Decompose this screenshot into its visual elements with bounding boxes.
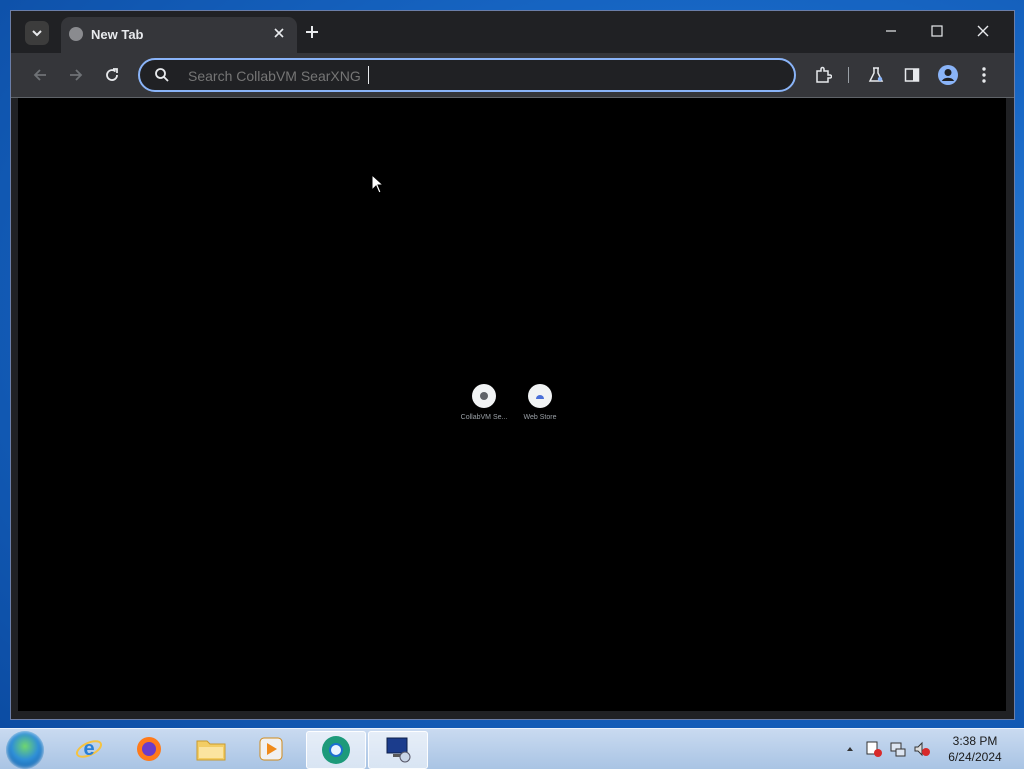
close-window-button[interactable] bbox=[960, 17, 1006, 45]
close-icon bbox=[977, 25, 989, 37]
side-panel-icon bbox=[904, 68, 920, 82]
plus-icon bbox=[306, 26, 318, 38]
taskbar-file-explorer[interactable] bbox=[182, 731, 240, 767]
svg-text:e: e bbox=[83, 738, 94, 760]
address-bar[interactable] bbox=[138, 58, 796, 92]
taskbar-clock[interactable]: 3:38 PM 6/24/2024 bbox=[940, 733, 1010, 765]
folder-icon bbox=[196, 740, 226, 761]
search-icon bbox=[155, 68, 169, 82]
system-tray bbox=[845, 729, 931, 769]
reload-button[interactable] bbox=[99, 62, 125, 88]
shortcut-favicon bbox=[528, 384, 552, 408]
taskbar-media-player[interactable] bbox=[242, 731, 300, 767]
taskbar-internet-explorer[interactable]: e bbox=[60, 731, 118, 767]
new-tab-button[interactable] bbox=[299, 19, 325, 45]
new-tab-page: CollabVM Se... Web Store bbox=[18, 98, 1006, 711]
shortcut-label: Web Store bbox=[523, 414, 557, 421]
tab-title: New Tab bbox=[91, 27, 144, 42]
web-store-icon bbox=[536, 395, 544, 399]
back-button[interactable] bbox=[27, 62, 53, 88]
profile-button[interactable] bbox=[935, 62, 961, 88]
taskbar-remote-desktop[interactable] bbox=[368, 731, 428, 769]
reload-icon bbox=[106, 68, 118, 81]
arrow-left-icon bbox=[33, 69, 46, 81]
toolbar-divider bbox=[848, 67, 849, 83]
extensions-button[interactable] bbox=[810, 62, 836, 88]
globe-icon bbox=[69, 27, 83, 41]
kebab-menu-icon bbox=[982, 67, 986, 83]
maximize-button[interactable] bbox=[914, 17, 960, 45]
chevron-down-icon bbox=[32, 30, 42, 37]
tab-new-tab[interactable]: New Tab bbox=[61, 17, 297, 53]
side-panel-button[interactable] bbox=[899, 62, 925, 88]
puzzle-icon bbox=[816, 66, 832, 83]
action-center-icon[interactable] bbox=[865, 740, 883, 758]
menu-button[interactable] bbox=[971, 62, 997, 88]
network-icon[interactable] bbox=[889, 740, 907, 758]
shortcut-tile[interactable]: Web Store bbox=[508, 384, 572, 421]
shortcut-label: CollabVM Se... bbox=[460, 414, 508, 421]
minimize-button[interactable] bbox=[868, 17, 914, 45]
clock-date: 6/24/2024 bbox=[948, 750, 1002, 764]
close-icon bbox=[274, 28, 284, 38]
show-hidden-icons-icon[interactable] bbox=[845, 744, 855, 754]
text-caret bbox=[368, 66, 369, 84]
taskbar-firefox[interactable] bbox=[120, 731, 178, 767]
chrome-window: New Tab Search CollabVM SearXNG CollabVM… bbox=[10, 10, 1015, 720]
avatar-icon bbox=[938, 65, 958, 85]
tab-close-button[interactable] bbox=[269, 23, 289, 43]
maximize-icon bbox=[931, 25, 943, 37]
taskbar-chrome[interactable] bbox=[306, 731, 366, 769]
mouse-cursor-icon bbox=[371, 174, 385, 194]
shortcut-favicon bbox=[472, 384, 496, 408]
volume-muted-icon[interactable] bbox=[913, 740, 931, 758]
address-input[interactable] bbox=[186, 64, 750, 88]
arrow-right-icon bbox=[70, 69, 83, 81]
globe-icon bbox=[480, 392, 488, 400]
minimize-icon bbox=[886, 30, 896, 32]
shortcut-tile[interactable]: CollabVM Se... bbox=[452, 384, 516, 421]
labs-button[interactable] bbox=[863, 62, 889, 88]
start-button[interactable] bbox=[6, 731, 44, 769]
remote-desktop-icon bbox=[386, 737, 411, 763]
clock-time: 3:38 PM bbox=[952, 734, 998, 748]
taskbar: e 3:38 PM 6/24/2024 bbox=[0, 728, 1024, 769]
forward-button[interactable] bbox=[63, 62, 89, 88]
tab-search-button[interactable] bbox=[25, 21, 49, 45]
tab-strip: New Tab bbox=[11, 11, 1014, 53]
chrome-icon bbox=[322, 736, 350, 764]
firefox-icon bbox=[137, 737, 161, 761]
browser-toolbar bbox=[11, 53, 1014, 98]
internet-explorer-icon: e bbox=[75, 738, 103, 760]
flask-icon bbox=[868, 67, 884, 82]
media-player-icon bbox=[259, 737, 283, 761]
